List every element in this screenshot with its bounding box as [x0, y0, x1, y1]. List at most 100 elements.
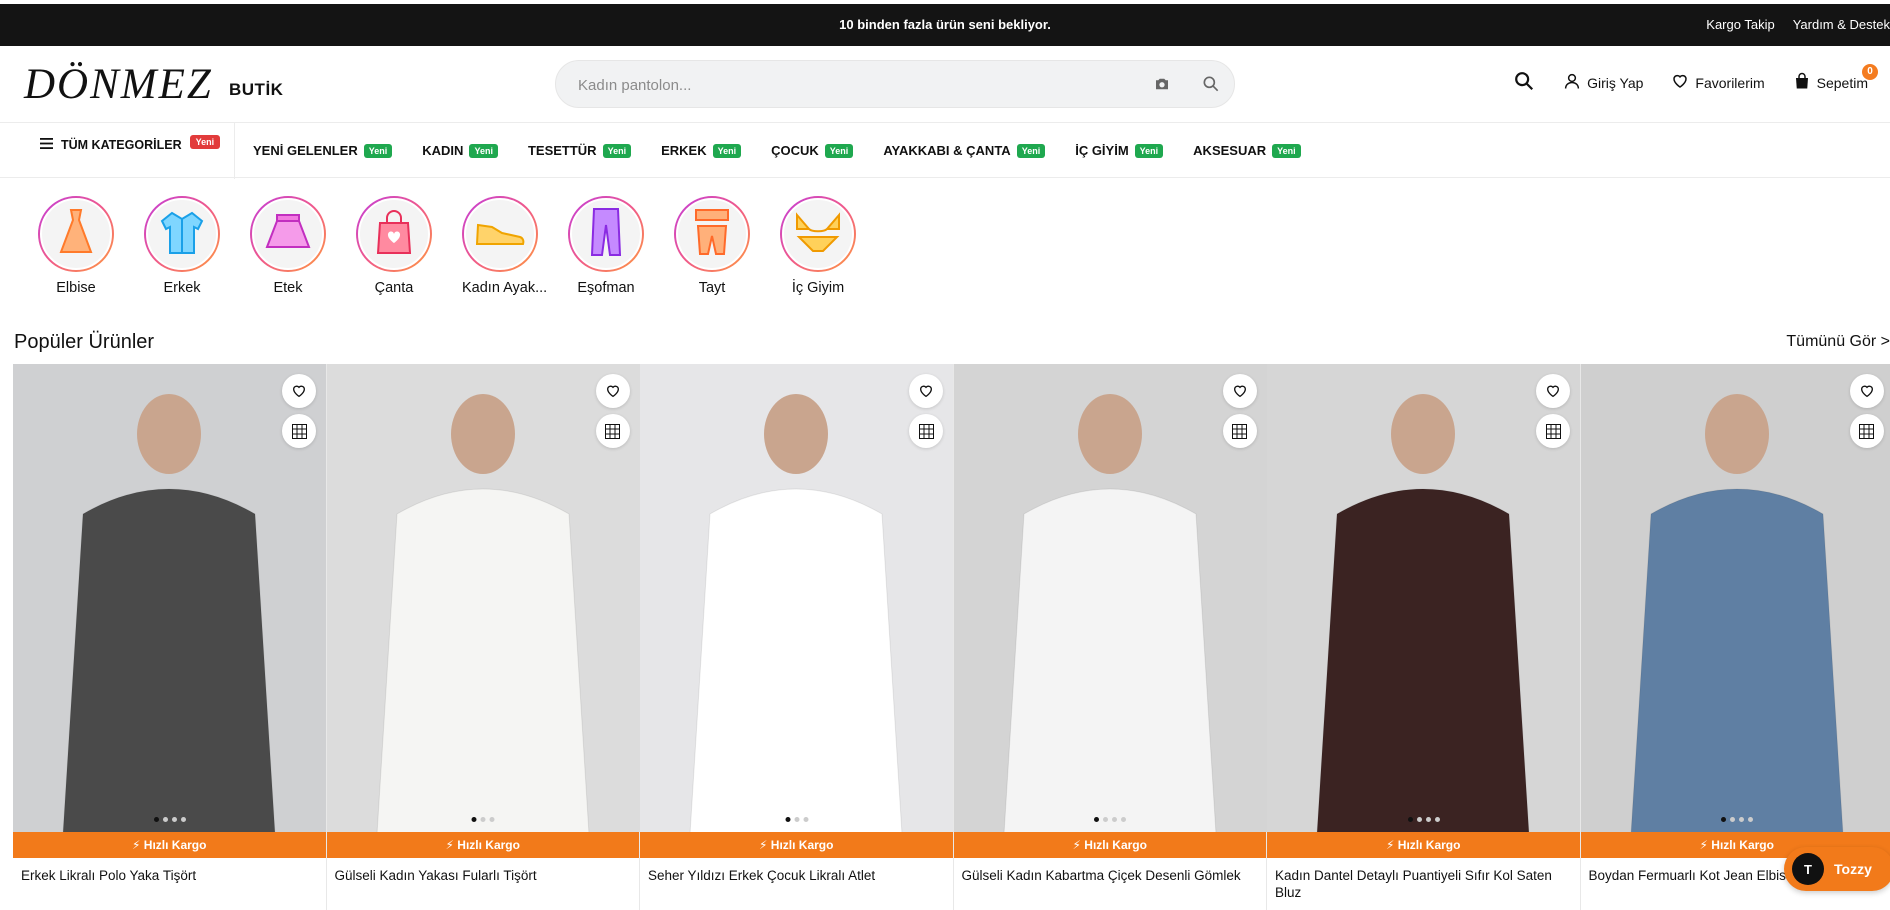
image-pagination-dots[interactable]: [154, 817, 186, 822]
image-pagination-dots[interactable]: [1408, 817, 1440, 822]
category-dress[interactable]: Elbise: [38, 196, 114, 296]
favorite-heart-icon[interactable]: [1536, 374, 1570, 408]
product-card[interactable]: ⚡ Hızlı KargoSeher Yıldızı Erkek Çocuk L…: [640, 364, 954, 910]
product-image[interactable]: [954, 364, 1267, 832]
login-button[interactable]: Giriş Yap: [1563, 72, 1643, 93]
nav-item-label: YENİ GELENLER: [253, 143, 358, 158]
image-pagination-dots[interactable]: [472, 817, 495, 822]
product-name[interactable]: Gülseli Kadın Kabartma Çiçek Desenli Göm…: [954, 858, 1267, 893]
product-image[interactable]: [327, 364, 640, 832]
logo-butik-text: BUTİK: [229, 80, 283, 100]
category-leggings[interactable]: Tayt: [674, 196, 750, 296]
pagination-dot[interactable]: [472, 817, 477, 822]
product-card[interactable]: ⚡ Hızlı KargoBoydan Fermuarlı Kot Jean E…: [1581, 364, 1890, 910]
size-table-icon[interactable]: [596, 414, 630, 448]
product-card[interactable]: ⚡ Hızlı KargoGülseli Kadın Kabartma Çiçe…: [954, 364, 1268, 910]
cart-button[interactable]: Sepetim: [1793, 72, 1868, 93]
pagination-dot[interactable]: [1435, 817, 1440, 822]
product-name[interactable]: Erkek Likralı Polo Yaka Tişört: [13, 858, 326, 893]
nav-item-accessories[interactable]: AKSESUARYeni: [1193, 143, 1300, 158]
pagination-dot[interactable]: [1739, 817, 1744, 822]
nav-item-label: ERKEK: [661, 143, 707, 158]
nav-item-label: AYAKKABI & ÇANTA: [883, 143, 1010, 158]
product-name[interactable]: Kadın Dantel Detaylı Puantiyeli Sıfır Ko…: [1267, 858, 1580, 910]
pagination-dot[interactable]: [1121, 817, 1126, 822]
size-table-icon[interactable]: [1536, 414, 1570, 448]
product-image[interactable]: [13, 364, 326, 832]
favorite-heart-icon[interactable]: [282, 374, 316, 408]
category-circle: [144, 196, 220, 272]
fast-shipping-badge: ⚡ Hızlı Kargo: [13, 832, 326, 858]
product-card[interactable]: ⚡ Hızlı KargoErkek Likralı Polo Yaka Tiş…: [13, 364, 327, 910]
nav-item-men[interactable]: ERKEKYeni: [661, 143, 741, 158]
product-image[interactable]: [1267, 364, 1580, 832]
product-image[interactable]: [640, 364, 953, 832]
help-support-link[interactable]: Yardım & Destek: [1793, 17, 1890, 32]
product-card[interactable]: ⚡ Hızlı KargoKadın Dantel Detaylı Puanti…: [1267, 364, 1581, 910]
category-tracksuit[interactable]: Eşofman: [568, 196, 644, 296]
size-table-icon[interactable]: [282, 414, 316, 448]
favorites-label: Favorilerim: [1695, 75, 1764, 91]
shoe-icon: [474, 217, 526, 252]
pagination-dot[interactable]: [1094, 817, 1099, 822]
pagination-dot[interactable]: [1721, 817, 1726, 822]
category-women-shoes[interactable]: Kadın Ayak...: [462, 196, 538, 296]
all-categories-button[interactable]: TÜM KATEGORİLER Yeni: [40, 138, 220, 152]
pagination-dot[interactable]: [481, 817, 486, 822]
size-table-icon[interactable]: [909, 414, 943, 448]
pagination-dot[interactable]: [1417, 817, 1422, 822]
image-pagination-dots[interactable]: [785, 817, 808, 822]
image-pagination-dots[interactable]: [1094, 817, 1126, 822]
product-image[interactable]: [1581, 364, 1890, 832]
camera-icon[interactable]: [1153, 75, 1171, 98]
favorites-button[interactable]: Favorilerim: [1671, 72, 1764, 93]
shipping-tracking-link[interactable]: Kargo Takip: [1706, 17, 1774, 32]
pagination-dot[interactable]: [163, 817, 168, 822]
size-table-icon[interactable]: [1223, 414, 1257, 448]
pagination-dot[interactable]: [172, 817, 177, 822]
pagination-dot[interactable]: [803, 817, 808, 822]
site-logo[interactable]: DÖNMEZ BUTİK: [24, 60, 294, 108]
product-name[interactable]: Seher Yıldızı Erkek Çocuk Likralı Atlet: [640, 858, 953, 893]
favorite-heart-icon[interactable]: [909, 374, 943, 408]
category-skirt[interactable]: Etek: [250, 196, 326, 296]
pagination-dot[interactable]: [1426, 817, 1431, 822]
header-search-icon[interactable]: [1513, 70, 1535, 95]
nav-item-modest[interactable]: TESETTÜRYeni: [528, 143, 631, 158]
size-table-icon[interactable]: [1850, 414, 1884, 448]
nav-item-kids[interactable]: ÇOCUKYeni: [771, 143, 853, 158]
search-input[interactable]: [578, 73, 1118, 97]
category-men[interactable]: Erkek: [144, 196, 220, 296]
nav-item-underwear[interactable]: İÇ GİYİMYeni: [1075, 143, 1163, 158]
favorite-heart-icon[interactable]: [1223, 374, 1257, 408]
category-stories: Elbise Erkek Etek Çanta Kadın Ayak... Eş…: [38, 196, 856, 296]
bikini-icon: [793, 209, 843, 260]
pagination-dot[interactable]: [490, 817, 495, 822]
image-pagination-dots[interactable]: [1721, 817, 1753, 822]
search-bar: [555, 60, 1235, 108]
pagination-dot[interactable]: [1408, 817, 1413, 822]
product-card[interactable]: ⚡ Hızlı KargoGülseli Kadın Yakası Fularl…: [327, 364, 641, 910]
category-circle-inner: [570, 198, 642, 270]
pagination-dot[interactable]: [794, 817, 799, 822]
favorite-heart-icon[interactable]: [1850, 374, 1884, 408]
chat-assistant-button[interactable]: T Tozzy: [1784, 847, 1890, 891]
search-icon[interactable]: [1201, 74, 1221, 99]
pagination-dot[interactable]: [181, 817, 186, 822]
category-bag[interactable]: Çanta: [356, 196, 432, 296]
pagination-dot[interactable]: [1112, 817, 1117, 822]
favorite-heart-icon[interactable]: [596, 374, 630, 408]
pagination-dot[interactable]: [154, 817, 159, 822]
see-all-link[interactable]: Tümünü Gör >: [1786, 333, 1890, 351]
pagination-dot[interactable]: [1103, 817, 1108, 822]
category-underwear[interactable]: İç Giyim: [780, 196, 856, 296]
pagination-dot[interactable]: [1730, 817, 1735, 822]
nav-item-women[interactable]: KADINYeni: [422, 143, 498, 158]
nav-item-shoes-bags[interactable]: AYAKKABI & ÇANTAYeni: [883, 143, 1045, 158]
nav-item-new-arrivals[interactable]: YENİ GELENLERYeni: [253, 143, 392, 158]
pagination-dot[interactable]: [1748, 817, 1753, 822]
product-name[interactable]: Gülseli Kadın Yakası Fularlı Tişört: [327, 858, 640, 893]
category-circle-inner: [782, 198, 854, 270]
cart-count-badge: 0: [1862, 64, 1878, 80]
pagination-dot[interactable]: [785, 817, 790, 822]
